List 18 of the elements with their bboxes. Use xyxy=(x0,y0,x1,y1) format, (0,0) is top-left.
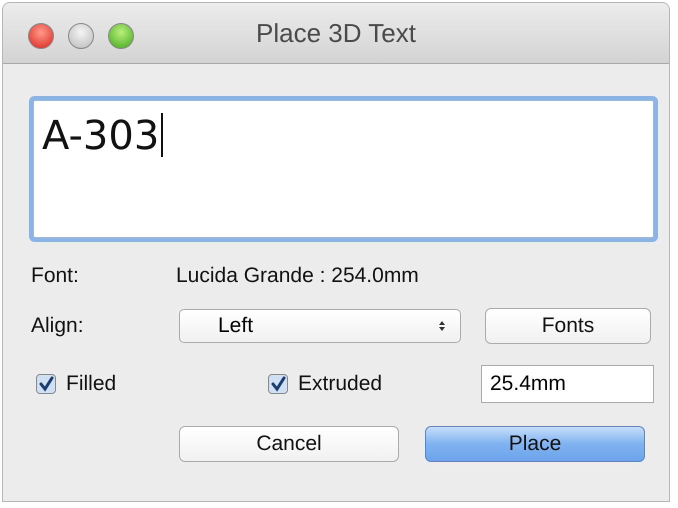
checkbox-label: Filled xyxy=(66,372,116,396)
zoom-button[interactable] xyxy=(108,23,134,49)
window-title: Place 3D Text xyxy=(256,18,416,48)
checkbox[interactable] xyxy=(268,374,288,394)
checkbox-label: Extruded xyxy=(298,372,382,396)
minimize-button[interactable] xyxy=(68,23,94,49)
stepper-arrows-icon xyxy=(438,320,446,332)
depth-field[interactable]: 25.4mm xyxy=(481,365,654,403)
font-value: Lucida Grande : 254.0mm xyxy=(176,264,419,288)
text-cursor xyxy=(161,113,164,157)
align-label: Align: xyxy=(31,314,85,338)
fonts-button[interactable]: Fonts xyxy=(485,308,651,344)
close-button[interactable] xyxy=(28,23,54,49)
font-label: Font: xyxy=(31,264,80,288)
align-dropdown[interactable]: Left xyxy=(179,309,461,343)
default-button[interactable]: Place xyxy=(425,426,645,462)
checkbox[interactable] xyxy=(36,374,56,394)
dialog-button[interactable]: Cancel xyxy=(179,426,399,462)
